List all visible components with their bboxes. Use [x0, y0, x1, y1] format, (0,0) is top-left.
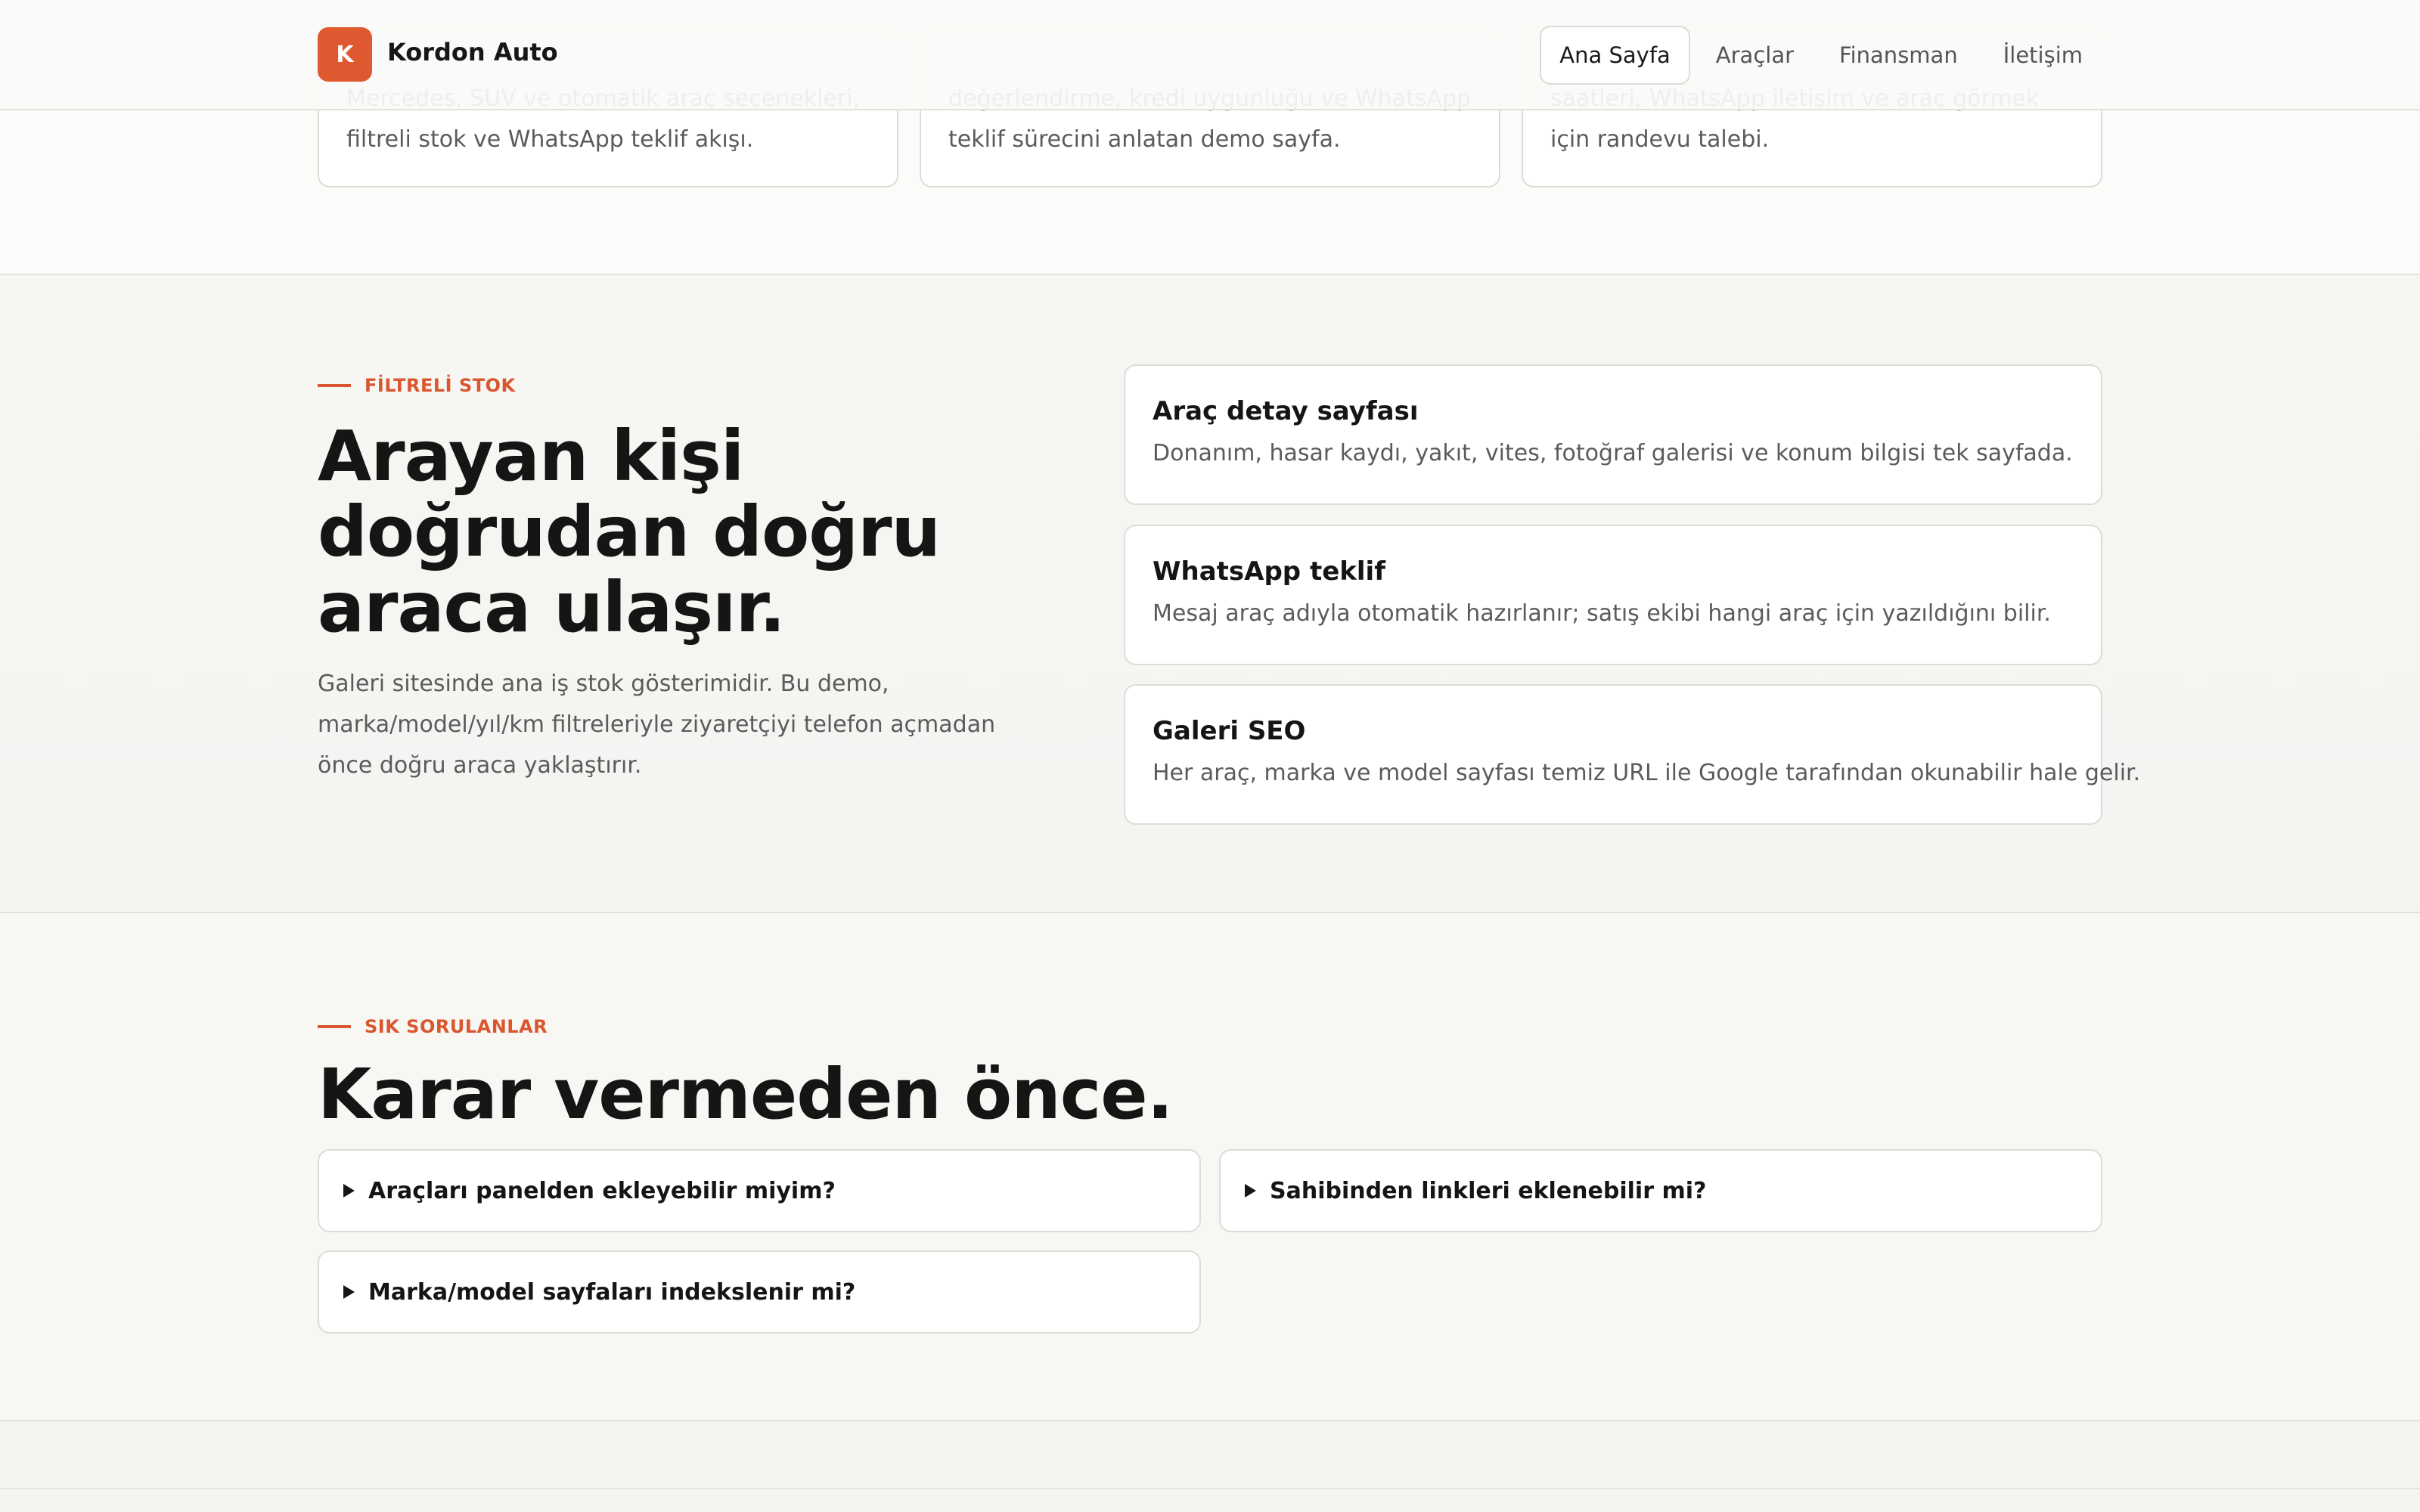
faq-section: SIK SORULANLAR Karar vermeden önce. Araç… — [0, 913, 2420, 1421]
section-description: Galeri sitesinde ana iş stok gösterimidi… — [318, 671, 996, 779]
faq-question: Marka/model sayfaları indekslenir mi? — [368, 1278, 856, 1306]
feature-card-title: Araç detay sayfası — [1153, 396, 1419, 426]
feature-card-title: Galeri SEO — [1153, 716, 1306, 746]
section-title: Arayan kişi doğrudan doğru araca ulaşır. — [318, 416, 941, 648]
feature-card-seo: Galeri SEO Her araç, marka ve model sayf… — [1124, 684, 2141, 825]
faq-title: Karar vermeden önce. — [318, 1054, 1174, 1135]
eyebrow-label: SIK SORULANLAR — [365, 1016, 548, 1037]
brand-name[interactable]: Kordon Auto — [387, 38, 558, 67]
feature-card-detail-page: Araç detay sayfası Donanım, hasar kaydı,… — [1124, 364, 2102, 505]
filtered-stock-section: FİLTRELİ STOK Arayan kişi doğrudan doğru… — [0, 275, 2420, 913]
eyebrow-line — [318, 384, 351, 387]
section-eyebrow: FİLTRELİ STOK — [318, 375, 516, 396]
faq-item[interactable]: Araçları panelden ekleyebilir miyim? — [318, 1149, 1201, 1232]
faq-question: Sahibinden linkleri eklenebilir mi? — [1270, 1177, 1707, 1204]
eyebrow-label: FİLTRELİ STOK — [365, 375, 516, 396]
feature-card-title: WhatsApp teklif — [1153, 556, 1385, 587]
logo-icon[interactable]: K — [318, 27, 372, 82]
eyebrow-line — [318, 1025, 351, 1028]
site-header: K Kordon Auto Ana Sayfa Araçlar Finansma… — [0, 0, 2420, 110]
section-eyebrow: SIK SORULANLAR — [318, 1016, 548, 1037]
disclosure-triangle-icon — [343, 1285, 355, 1299]
feature-card-whatsapp: WhatsApp teklif Mesaj araç adıyla otomat… — [1124, 525, 2102, 665]
nav-item-vehicles[interactable]: Araçlar — [1696, 26, 1813, 85]
feature-card-text: Her araç, marka ve model sayfası temiz U… — [1153, 760, 2141, 786]
disclosure-triangle-icon — [1245, 1184, 1256, 1198]
nav-item-home[interactable]: Ana Sayfa — [1540, 26, 1690, 85]
footer-divider — [0, 1488, 2420, 1489]
faq-item[interactable]: Marka/model sayfaları indekslenir mi? — [318, 1250, 1201, 1334]
main-nav: Ana Sayfa Araçlar Finansman İletişim — [1540, 26, 2102, 85]
feature-card-text: Donanım, hasar kaydı, yakıt, vites, foto… — [1153, 440, 2073, 466]
faq-question: Araçları panelden ekleyebilir miyim? — [368, 1177, 836, 1204]
disclosure-triangle-icon — [343, 1184, 355, 1198]
feature-card-text: Mesaj araç adıyla otomatik hazırlanır; s… — [1153, 600, 2051, 627]
nav-item-contact[interactable]: İletişim — [1984, 26, 2102, 85]
nav-item-finance[interactable]: Finansman — [1820, 26, 1978, 85]
footer-strip — [0, 1421, 2420, 1512]
faq-item[interactable]: Sahibinden linkleri eklenebilir mi? — [1219, 1149, 2102, 1232]
